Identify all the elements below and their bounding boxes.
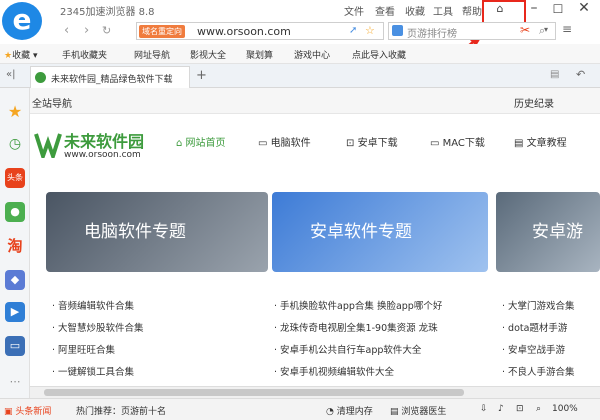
article-icon: ▤ [514, 138, 524, 149]
toutiao-icon[interactable]: 头条 [5, 168, 25, 188]
bookmark-favorites[interactable]: ★收藏 ▾ [4, 48, 37, 61]
logo-w-icon [34, 133, 62, 158]
site-top-nav: 全站导航 历史纪录 [30, 88, 600, 114]
star-icon[interactable]: ☆ [365, 24, 375, 37]
bookmark-juhuasuan[interactable]: 聚划算 [246, 48, 273, 61]
bookmarks-bar: ★收藏 ▾ 手机收藏夹 网址导航 影视大全 聚划算 游戏中心 点此导入收藏 [0, 44, 600, 64]
banner-android-title: 安卓软件专题 [310, 222, 412, 242]
horizontal-scrollbar[interactable] [30, 386, 600, 398]
list1-item[interactable]: · 一键解锁工具合集 [52, 364, 134, 378]
news-link[interactable]: ▣ 头条新闻 [4, 404, 51, 417]
banner-android-game[interactable]: 安卓游 [496, 192, 600, 272]
broom-icon: ◔ [326, 407, 334, 417]
nav-pc[interactable]: ▭ 电脑软件 [258, 134, 311, 149]
site-name: 未来软件园 [64, 132, 145, 151]
hot-recommend[interactable]: 热门推荐：页游前十名 [76, 404, 166, 417]
list1-item[interactable]: · 阿里旺旺合集 [52, 342, 115, 356]
url-text[interactable]: www.orsoon.com [197, 25, 291, 38]
download-icon[interactable]: ⇩ [480, 404, 488, 414]
list2-item[interactable]: · 手机换脸软件app合集 换脸app哪个好 [274, 298, 442, 312]
back-icon[interactable]: ‹ [64, 23, 69, 38]
tab-orsoon[interactable]: 未来软件园_精品绿色软件下载 [30, 66, 190, 88]
bookmark-nav[interactable]: 网址导航 [134, 48, 170, 61]
history-icon[interactable]: ◷ [5, 134, 25, 154]
search-engine-icon[interactable] [392, 25, 403, 36]
mac-icon: ▭ [430, 138, 440, 149]
game-icon[interactable]: ◆ [5, 270, 25, 290]
screenshot-icon[interactable]: ⊡ [516, 404, 524, 414]
list3-item[interactable]: · 不良人手游合集 [502, 364, 575, 378]
tab-title: 未来软件园_精品绿色软件下载 [51, 75, 173, 85]
doctor-icon: ▤ [390, 407, 399, 417]
home-icon: ⌂ [176, 138, 183, 149]
search-box[interactable]: 页游排行榜 ⌕ [388, 22, 556, 40]
nav-home[interactable]: ⌂ 网站首页 [176, 134, 226, 149]
tab-row: «| 未来软件园_精品绿色软件下载 + ▤ ↶ [0, 64, 600, 88]
tab-list-icon[interactable]: ▤ [550, 69, 559, 80]
list3-item[interactable]: · dota题材手游 [502, 320, 567, 334]
banner-pc[interactable]: 电脑软件专题 [46, 192, 268, 272]
nav-mac[interactable]: ▭ MAC下载 [430, 134, 485, 149]
scissors-icon[interactable]: ✂ [520, 23, 530, 37]
android-icon: ⊡ [346, 138, 355, 149]
browser-logo[interactable]: e [2, 2, 42, 40]
address-row: ‹ › ↻ 域名重定向 www.orsoon.com ➚ ☆ 页游排行榜 ⌕ ✂… [44, 20, 600, 42]
bookmark-mobile[interactable]: 手机收藏夹 [62, 48, 107, 61]
zoom-icon[interactable]: ⌕ [536, 404, 541, 414]
wechat-icon[interactable]: ● [5, 202, 25, 222]
monitor-icon: ▭ [258, 138, 268, 149]
redirect-badge[interactable]: 域名重定向 [139, 25, 185, 38]
banner-pc-title: 电脑软件专题 [84, 222, 186, 242]
nav-articles[interactable]: ▤ 文章教程 [514, 134, 567, 149]
scissors-dropdown-icon[interactable]: ▾ [544, 25, 548, 34]
status-bar: ▣ 头条新闻 热门推荐：页游前十名 ◔ 清理内存 ▤ 浏览器医生 ⇩ ♪ ⊡ ⌕… [0, 398, 600, 420]
computer-icon[interactable]: ▭ [5, 336, 25, 356]
more-icon[interactable]: ⋯ [5, 372, 25, 392]
bookmark-game[interactable]: 游戏中心 [294, 48, 330, 61]
favorites-icon[interactable]: ★ [5, 102, 25, 122]
address-bar[interactable]: 域名重定向 www.orsoon.com ➚ ☆ [136, 22, 384, 40]
list1-item[interactable]: · 音频编辑软件合集 [52, 298, 134, 312]
video-icon[interactable]: ▶ [5, 302, 25, 322]
banner-android[interactable]: 安卓软件专题 [272, 192, 488, 272]
bookmark-video[interactable]: 影视大全 [190, 48, 226, 61]
search-placeholder: 页游排行榜 [407, 29, 457, 40]
tab-favicon [35, 72, 46, 83]
web-content: 全站导航 历史纪录 未来软件园 www.orsoon.com ⌂ 网站首页 ▭ … [30, 88, 600, 398]
banner-game-title: 安卓游 [532, 222, 583, 242]
zoom-level[interactable]: 100% [552, 404, 578, 414]
list2-item[interactable]: · 安卓手机视频编辑软件大全 [274, 364, 394, 378]
news-icon: ▣ [4, 407, 13, 417]
list3-item[interactable]: · 安卓空战手游 [502, 342, 565, 356]
browser-doctor-button[interactable]: ▤ 浏览器医生 [390, 404, 446, 417]
bookmark-import[interactable]: 点此导入收藏 [352, 48, 406, 61]
all-nav-link[interactable]: 全站导航 [32, 95, 72, 110]
clean-memory-button[interactable]: ◔ 清理内存 [326, 404, 373, 417]
rocket-icon[interactable]: ➚ [349, 25, 357, 36]
history-link[interactable]: 历史纪录 [514, 95, 554, 110]
new-tab-button[interactable]: + [196, 68, 207, 83]
list3-item[interactable]: · 大掌门游戏合集 [502, 298, 575, 312]
sound-icon[interactable]: ♪ [498, 404, 504, 414]
undo-icon[interactable]: ↶ [576, 68, 585, 81]
favorites-star-icon: ★ [4, 51, 13, 61]
site-logo[interactable]: 未来软件园 www.orsoon.com [34, 126, 164, 166]
list2-item[interactable]: · 龙珠传奇电视剧全集1-90集资源 龙珠 [274, 320, 438, 334]
sidebar-toggle-icon[interactable]: «| [6, 69, 16, 80]
refresh-icon[interactable]: ↻ [102, 24, 111, 37]
list2-item[interactable]: · 安卓手机公共自行车app软件大全 [274, 342, 421, 356]
list1-item[interactable]: · 大智慧炒股软件合集 [52, 320, 144, 334]
menu-icon[interactable]: ≡ [562, 22, 572, 36]
nav-android[interactable]: ⊡ 安卓下载 [346, 134, 398, 149]
forward-icon[interactable]: › [84, 23, 89, 38]
taobao-icon[interactable]: 淘 [5, 236, 25, 256]
scrollbar-thumb[interactable] [44, 389, 464, 396]
left-sidebar: ★ ◷ 头条 ● 淘 ◆ ▶ ▭ ⋯ [0, 88, 30, 398]
site-url: www.orsoon.com [64, 150, 141, 160]
